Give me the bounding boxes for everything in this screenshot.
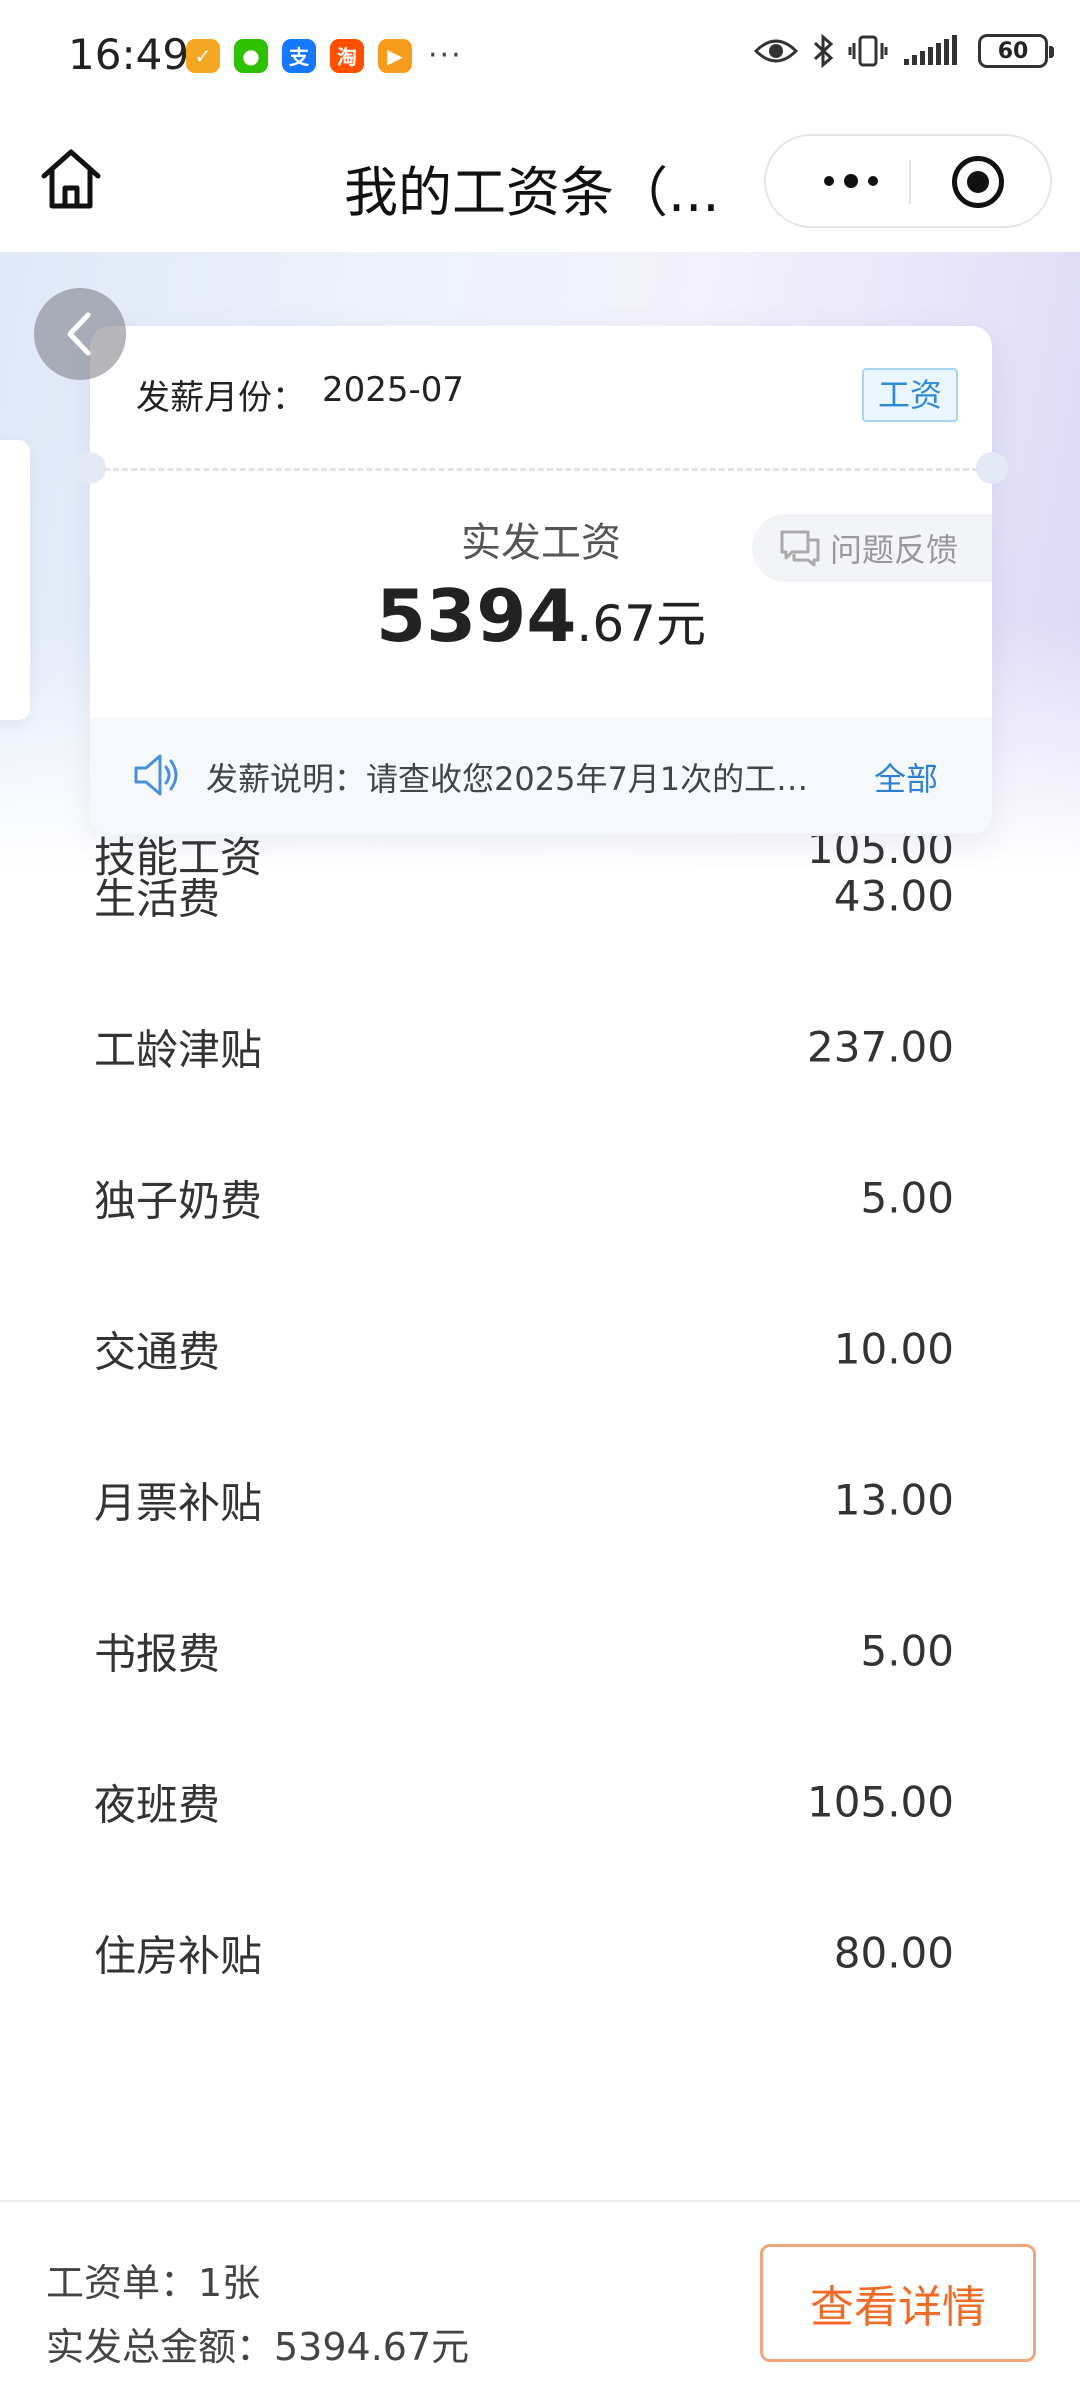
item-value: 237.00: [807, 1022, 954, 1071]
ticket-notch: [74, 452, 106, 484]
ticket-notch: [976, 452, 1008, 484]
close-miniprogram-button[interactable]: [952, 156, 1004, 208]
dot-icon: [868, 176, 878, 186]
item-label: 独子奶费: [94, 1176, 263, 1225]
page-title: 我的工资条（...: [344, 161, 720, 224]
item-value: 10.00: [833, 1324, 954, 1373]
item-label: 月票补贴: [94, 1478, 263, 1527]
vibrate-icon: [848, 34, 888, 68]
pay-month-value: 2025-07: [322, 370, 465, 410]
feedback-button[interactable]: 问题反馈: [752, 514, 992, 582]
pay-notice-bar: 发薪说明：请查收您2025年7月1次的工… 全部: [90, 718, 992, 834]
list-item: 书报费 5.00: [0, 1575, 1080, 1726]
item-label: 书报费: [94, 1629, 221, 1678]
item-label: 交通费: [94, 1327, 221, 1376]
nav-bar: 我的工资条（...: [0, 110, 1080, 252]
payslip-count: 工资单：1张: [46, 2261, 261, 2305]
net-salary-amount: 5394.67元: [90, 574, 992, 658]
item-label: 住房补贴: [94, 1931, 263, 1980]
capsule-divider: [909, 160, 911, 204]
list-item: 住房补贴 80.00: [0, 1877, 1080, 2028]
pay-month-label: 发薪月份：: [136, 378, 306, 418]
item-value: 5.00: [860, 1173, 954, 1222]
list-item: 月票补贴 13.00: [0, 1424, 1080, 1575]
previous-card-peek[interactable]: [0, 440, 30, 720]
item-value: 105.00: [807, 1777, 954, 1826]
taobao-icon: 淘: [330, 38, 364, 73]
net-salary-decimal: .67元: [576, 595, 706, 653]
chat-bubble-icon: [780, 530, 820, 567]
battery-icon: 60: [978, 34, 1054, 68]
list-item: 交通费 10.00: [0, 1273, 1080, 1424]
net-salary-integer: 5394: [376, 574, 577, 658]
bottom-summary-bar: 工资单：1张 实发总金额：5394.67元 查看详情: [0, 2200, 1080, 2403]
notification-icons: ✓ ● 支 淘 ▶ ···: [186, 38, 463, 73]
notice-view-all-link[interactable]: 全部: [874, 754, 938, 800]
miniprogram-capsule: [764, 134, 1052, 228]
list-item: 夜班费 105.00: [0, 1726, 1080, 1877]
more-notifications-icon: ···: [428, 38, 463, 73]
list-item: 工龄津贴 237.00: [0, 971, 1080, 1122]
item-label: 生活费: [94, 874, 221, 923]
item-value: 5.00: [860, 1626, 954, 1675]
salary-card: 发薪月份： 2025-07 工资 实发工资 5394.67元 问题反馈 发薪说明…: [74, 326, 1008, 834]
system-status: 60: [754, 34, 1054, 68]
item-value: 13.00: [833, 1475, 954, 1524]
item-label: 夜班费: [94, 1780, 221, 1829]
home-button[interactable]: [38, 146, 104, 212]
more-options-button[interactable]: [796, 136, 906, 226]
salary-type-badge: 工资: [861, 368, 958, 422]
back-button[interactable]: [34, 288, 126, 380]
item-value: 43.00: [833, 871, 954, 920]
total-net-amount: 实发总金额：5394.67元: [46, 2325, 470, 2369]
feedback-label: 问题反馈: [830, 531, 959, 569]
wechat-icon: ●: [234, 38, 268, 73]
play-app-icon: ▶: [378, 38, 412, 73]
list-item: 独子奶费 5.00: [0, 1122, 1080, 1273]
dashed-divider: [104, 468, 978, 471]
view-details-button[interactable]: 查看详情: [760, 2244, 1036, 2362]
status-bar: 16:49 ✓ ● 支 淘 ▶ ··· 60: [0, 0, 1080, 110]
dot-icon: [824, 176, 834, 186]
dot-icon: [844, 174, 858, 188]
app-notification-icon: ✓: [186, 38, 220, 73]
bluetooth-icon: [812, 34, 834, 68]
home-icon: [41, 149, 101, 209]
status-time: 16:49: [68, 30, 190, 79]
chevron-left-icon: [67, 312, 91, 356]
eye-icon: [754, 36, 798, 66]
speaker-icon: [134, 754, 178, 796]
item-label: 工龄津贴: [94, 1025, 263, 1074]
salary-items-list: 生活费 43.00 工龄津贴 237.00 独子奶费 5.00 交通费 10.0…: [0, 820, 1080, 2028]
alipay-icon: 支: [282, 38, 316, 73]
signal-icon: [902, 35, 964, 67]
item-value: 80.00: [833, 1928, 954, 1977]
pay-notice-text: 发薪说明：请查收您2025年7月1次的工…: [206, 760, 809, 798]
list-item: 生活费 43.00: [0, 820, 1080, 971]
